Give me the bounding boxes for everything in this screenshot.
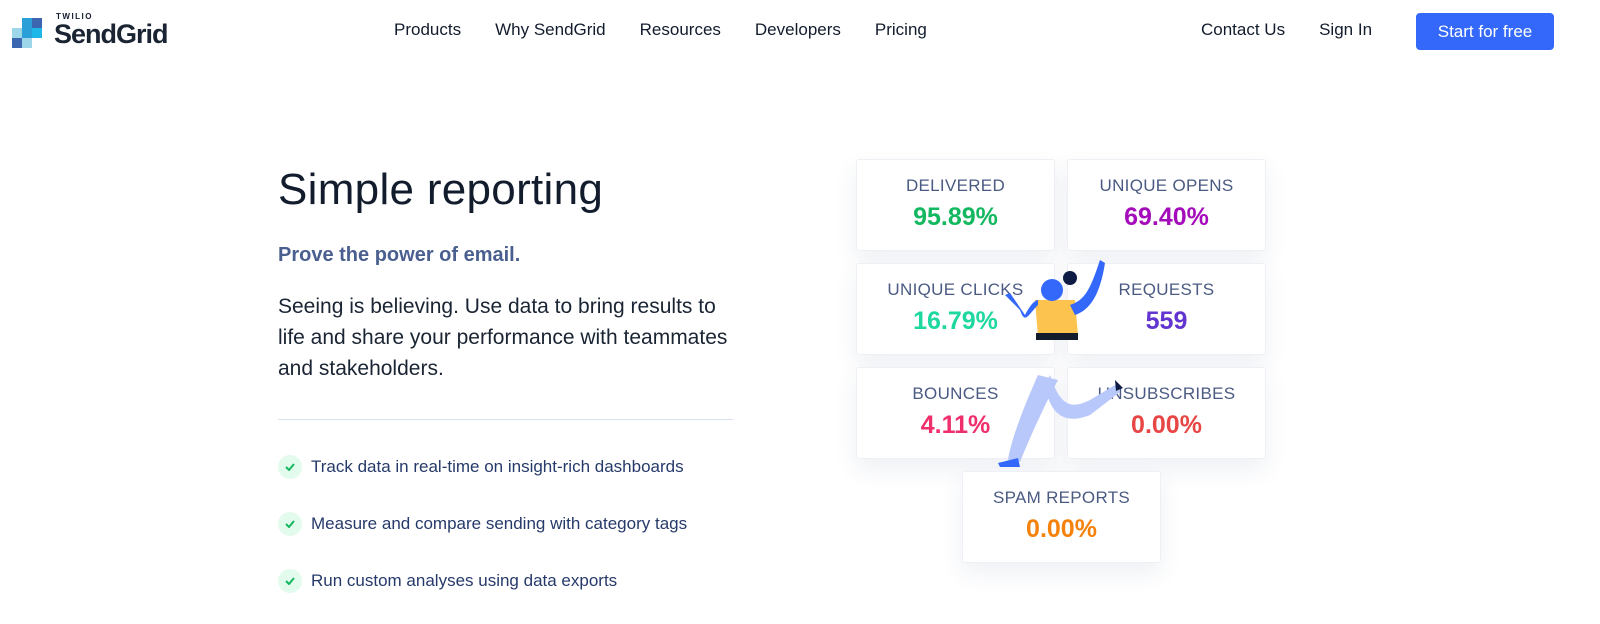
nav-products[interactable]: Products (394, 20, 461, 40)
check-icon (278, 569, 302, 593)
description: Seeing is believing. Use data to bring r… (278, 295, 728, 380)
stat-label: SPAM REPORTS (992, 488, 1131, 507)
nav-why-sendgrid[interactable]: Why SendGrid (495, 20, 606, 40)
check-icon (278, 512, 302, 536)
feature-item: Run custom analyses using data exports (278, 569, 617, 593)
check-icon (278, 455, 302, 479)
logo-mark-icon (12, 18, 42, 48)
main-nav: Products Why SendGrid Resources Develope… (394, 20, 927, 40)
nav-pricing[interactable]: Pricing (875, 20, 927, 40)
feature-item: Measure and compare sending with categor… (278, 512, 687, 536)
stat-card-spam-reports: SPAM REPORTS 0.00% (962, 471, 1161, 563)
stat-label: DELIVERED (905, 176, 1006, 195)
divider (278, 419, 733, 420)
sendgrid-logo[interactable]: TWILIO SendGrid (12, 12, 172, 49)
feature-item: Track data in real-time on insight-rich … (278, 455, 684, 479)
page-title: Simple reporting (278, 165, 604, 214)
feature-text: Run custom analyses using data exports (311, 571, 618, 590)
stat-card-unique-opens: UNIQUE OPENS 69.40% (1067, 159, 1266, 251)
subtitle: Prove the power of email. (278, 244, 521, 266)
start-for-free-button[interactable]: Start for free (1416, 13, 1554, 50)
nav-developers[interactable]: Developers (755, 20, 841, 40)
stat-value: 69.40% (1124, 203, 1209, 231)
stat-card-delivered: DELIVERED 95.89% (856, 159, 1055, 251)
logo-sendgrid: SendGrid (54, 19, 169, 49)
feature-text: Track data in real-time on insight-rich … (311, 457, 684, 476)
stat-label: UNIQUE OPENS (1099, 176, 1234, 195)
feature-text: Measure and compare sending with categor… (311, 514, 688, 533)
person-illustration (998, 260, 1123, 467)
nav-resources[interactable]: Resources (640, 20, 721, 40)
stat-value: 0.00% (1026, 515, 1097, 543)
contact-us-link[interactable]: Contact Us (1201, 20, 1285, 40)
stat-value: 95.89% (913, 203, 998, 231)
sign-in-link[interactable]: Sign In (1319, 20, 1372, 40)
